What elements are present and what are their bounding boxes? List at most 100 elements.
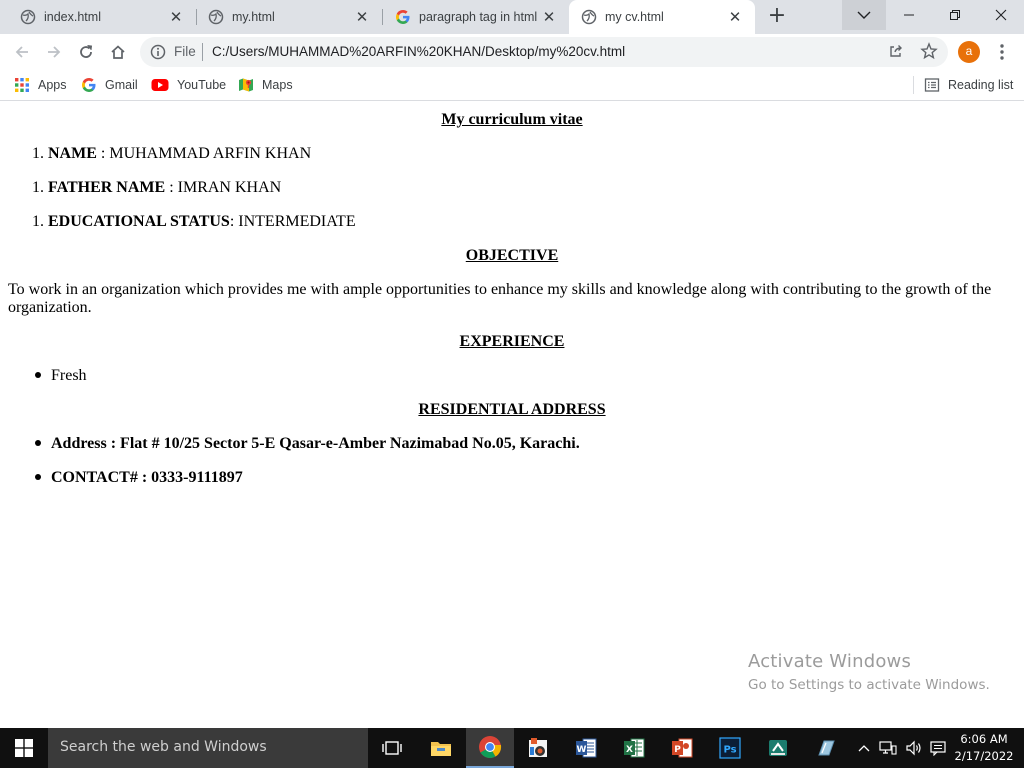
taskbar-search[interactable]: Search the web and Windows [48, 728, 368, 768]
word-taskbar-button[interactable]: W [562, 728, 610, 768]
page-content: My curriculum vitae 1. NAME : MUHAMMAD A… [0, 102, 1024, 728]
address-text: Address : Flat # 10/25 Sector 5-E Qasar-… [51, 435, 580, 452]
home-button[interactable] [104, 38, 132, 66]
show-hidden-icons-button[interactable] [854, 728, 874, 768]
volume-tray-icon[interactable] [902, 728, 926, 768]
tab-my-html[interactable]: my.html ✕ [188, 0, 382, 34]
store-taskbar-button[interactable] [754, 728, 802, 768]
bookmarks-divider [913, 76, 914, 94]
chrome-taskbar-button[interactable] [466, 728, 514, 768]
bullet-dot [35, 440, 41, 447]
start-button[interactable] [0, 728, 48, 768]
bullet-dot [35, 474, 41, 481]
photos-taskbar-button[interactable] [514, 728, 562, 768]
arrow-left-icon [15, 46, 28, 58]
tab-title: paragraph tag in html - [419, 10, 541, 24]
chevron-down-icon [857, 11, 871, 19]
browser-toolbar: File C:/Users/MUHAMMAD%20ARFIN%20KHAN/De… [0, 34, 1024, 70]
forward-button[interactable] [40, 38, 68, 66]
clock-date: 2/17/2022 [954, 749, 1014, 763]
editor-app-icon [769, 740, 787, 756]
detail-label: EDUCATIONAL STATUS [48, 213, 230, 230]
notifications-tray-icon[interactable] [928, 728, 948, 768]
close-window-button[interactable] [978, 0, 1024, 30]
media-app-icon [529, 738, 547, 757]
address-bar[interactable]: File C:/Users/MUHAMMAD%20ARFIN%20KHAN/De… [140, 37, 948, 67]
page-title: My curriculum vitae [441, 111, 583, 128]
folder-icon [431, 742, 451, 756]
url-text[interactable]: C:/Users/MUHAMMAD%20ARFIN%20KHAN/Desktop… [212, 44, 625, 59]
excel-icon: X [624, 738, 645, 758]
powerpoint-taskbar-button[interactable]: P [658, 728, 706, 768]
objective-heading: OBJECTIVE [465, 247, 559, 264]
bookmark-gmail[interactable]: Gmail [81, 76, 138, 94]
tab-search-button[interactable] [842, 0, 886, 30]
bookmark-maps[interactable]: Maps [238, 76, 293, 94]
minimize-button[interactable] [886, 0, 932, 30]
experience-text: Fresh [51, 367, 87, 384]
search-placeholder: Search the web and Windows [60, 739, 267, 755]
restore-button[interactable] [932, 0, 978, 30]
bookmark-apps[interactable]: Apps [14, 76, 67, 94]
tab-title: index.html [44, 10, 101, 24]
youtube-icon [151, 78, 169, 92]
globe-icon [581, 9, 597, 25]
bookmark-star-icon[interactable] [920, 42, 938, 64]
svg-text:P: P [674, 745, 681, 755]
contact-text: CONTACT# : 0333-9111897 [51, 469, 243, 486]
tab-my-cv-html[interactable]: my cv.html ✕ [569, 0, 755, 34]
list-number: 1. [32, 179, 44, 196]
detail-item-education: 1. EDUCATIONAL STATUS: INTERMEDIATE [32, 213, 356, 231]
bookmark-label: Apps [38, 78, 67, 92]
bookmark-youtube[interactable]: YouTube [151, 76, 226, 94]
excel-taskbar-button[interactable]: X [610, 728, 658, 768]
detail-value: : INTERMEDIATE [229, 213, 356, 230]
info-icon[interactable] [150, 44, 166, 64]
close-tab-icon[interactable]: ✕ [168, 9, 184, 26]
message-icon [930, 741, 946, 756]
restore-icon [950, 10, 960, 20]
omnibox-divider [202, 43, 203, 61]
share-icon[interactable] [888, 43, 904, 63]
task-view-button[interactable] [368, 728, 416, 768]
notebook-app-icon [818, 740, 835, 756]
address-heading: RESIDENTIAL ADDRESS [418, 401, 606, 418]
close-tab-icon[interactable]: ✕ [727, 9, 743, 26]
close-icon [995, 9, 1007, 21]
clock-time: 6:06 AM [960, 732, 1008, 746]
close-tab-icon[interactable]: ✕ [541, 9, 557, 26]
close-tab-icon[interactable]: ✕ [354, 9, 370, 26]
back-button[interactable] [8, 38, 36, 66]
detail-label: NAME [48, 145, 97, 162]
task-view-icon [382, 741, 402, 755]
list-number: 1. [32, 213, 44, 230]
new-tab-button[interactable]: + [764, 5, 790, 29]
bookmarks-bar: Apps Gmail YouTube Maps Reading list [0, 70, 1024, 101]
speaker-icon [906, 740, 921, 756]
windows-logo-icon [15, 739, 33, 757]
network-tray-icon[interactable] [876, 728, 900, 768]
reading-list-button[interactable]: Reading list [924, 76, 1013, 94]
file-explorer-button[interactable] [417, 728, 465, 768]
tab-paragraph-tag[interactable]: paragraph tag in html - ✕ [375, 0, 569, 34]
objective-text: To work in an organization which provide… [8, 281, 992, 316]
tool-taskbar-button[interactable] [802, 728, 850, 768]
home-icon [111, 45, 125, 59]
word-icon: W [576, 738, 597, 758]
chevron-up-icon [858, 745, 870, 752]
tab-title: my.html [232, 10, 275, 24]
taskbar-clock[interactable]: 6:06 AM 2/17/2022 [950, 731, 1018, 765]
profile-avatar[interactable]: a [958, 41, 980, 63]
svg-text:X: X [626, 745, 633, 755]
more-menu-icon[interactable] [992, 42, 1012, 62]
watermark-subtitle: Go to Settings to activate Windows. [748, 677, 990, 693]
list-number: 1. [32, 145, 44, 162]
detail-label: FATHER NAME [48, 179, 166, 196]
tab-index-html[interactable]: index.html ✕ [0, 0, 196, 34]
photoshop-taskbar-button[interactable]: Ps [706, 728, 754, 768]
detail-value: : IMRAN KHAN [165, 179, 282, 196]
contact-item: CONTACT# : 0333-9111897 [32, 469, 243, 487]
reload-button[interactable] [72, 38, 100, 66]
reading-list-label: Reading list [948, 78, 1014, 92]
network-icon [879, 741, 897, 755]
